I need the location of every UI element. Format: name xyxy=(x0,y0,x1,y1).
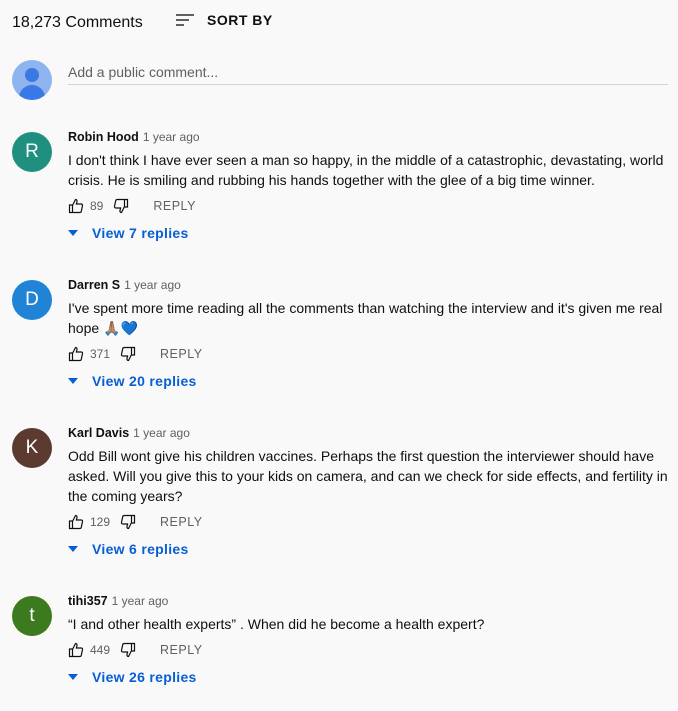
caret-down-icon xyxy=(68,230,78,236)
add-comment-row xyxy=(12,60,668,100)
comment-text: “I and other health experts” . When did … xyxy=(68,616,485,632)
thumbs-up-icon[interactable] xyxy=(68,346,84,362)
avatar[interactable]: t xyxy=(12,596,52,636)
thumbs-up-icon[interactable] xyxy=(68,642,84,658)
comment-text: Odd Bill wont give his children vaccines… xyxy=(68,448,668,504)
comment-author[interactable]: Darren S xyxy=(68,278,120,292)
thumbs-down-icon[interactable] xyxy=(120,346,136,362)
comment-author[interactable]: Karl Davis xyxy=(68,426,129,440)
reply-button[interactable]: REPLY xyxy=(153,199,196,213)
view-replies-button[interactable]: View 6 replies xyxy=(68,540,668,558)
reply-button[interactable]: REPLY xyxy=(160,347,203,361)
view-replies-button[interactable]: View 26 replies xyxy=(68,668,668,686)
view-replies-button[interactable]: View 7 replies xyxy=(68,224,668,242)
comment-time[interactable]: 1 year ago xyxy=(133,426,190,440)
comment-author[interactable]: tihi357 xyxy=(68,594,108,608)
comment-author[interactable]: Robin Hood xyxy=(68,130,139,144)
thumbs-up-icon[interactable] xyxy=(68,198,84,214)
add-comment-input[interactable] xyxy=(68,60,668,85)
sort-by-label: SORT BY xyxy=(207,12,273,28)
reply-button[interactable]: REPLY xyxy=(160,515,203,529)
sort-icon xyxy=(176,12,194,28)
caret-down-icon xyxy=(68,674,78,680)
like-count: 129 xyxy=(90,515,111,529)
avatar[interactable]: D xyxy=(12,280,52,320)
sort-by-button[interactable]: SORT BY xyxy=(176,12,273,28)
avatar[interactable]: R xyxy=(12,132,52,172)
view-replies-label: View 26 replies xyxy=(92,669,197,685)
thumbs-down-icon[interactable] xyxy=(120,642,136,658)
user-avatar xyxy=(12,60,52,100)
comment-text: I don't think I have ever seen a man so … xyxy=(68,152,664,188)
view-replies-label: View 7 replies xyxy=(92,225,189,241)
thumbs-down-icon[interactable] xyxy=(120,514,136,530)
like-count: 371 xyxy=(90,347,111,361)
comment-time[interactable]: 1 year ago xyxy=(112,594,169,608)
caret-down-icon xyxy=(68,546,78,552)
comment-time[interactable]: 1 year ago xyxy=(143,130,200,144)
comment-time[interactable]: 1 year ago xyxy=(124,278,181,292)
like-count: 89 xyxy=(90,199,104,213)
caret-down-icon xyxy=(68,378,78,384)
comments-header: 18,273 Comments xyxy=(12,13,143,33)
view-replies-label: View 20 replies xyxy=(92,373,197,389)
view-replies-button[interactable]: View 20 replies xyxy=(68,372,668,390)
comment-text: I've spent more time reading all the com… xyxy=(68,300,663,336)
reply-button[interactable]: REPLY xyxy=(160,643,203,657)
thumbs-up-icon[interactable] xyxy=(68,514,84,530)
thumbs-down-icon[interactable] xyxy=(113,198,129,214)
avatar[interactable]: K xyxy=(12,428,52,468)
view-replies-label: View 6 replies xyxy=(92,541,189,557)
comment-count: 18,273 Comments xyxy=(12,14,143,31)
like-count: 449 xyxy=(90,643,111,657)
